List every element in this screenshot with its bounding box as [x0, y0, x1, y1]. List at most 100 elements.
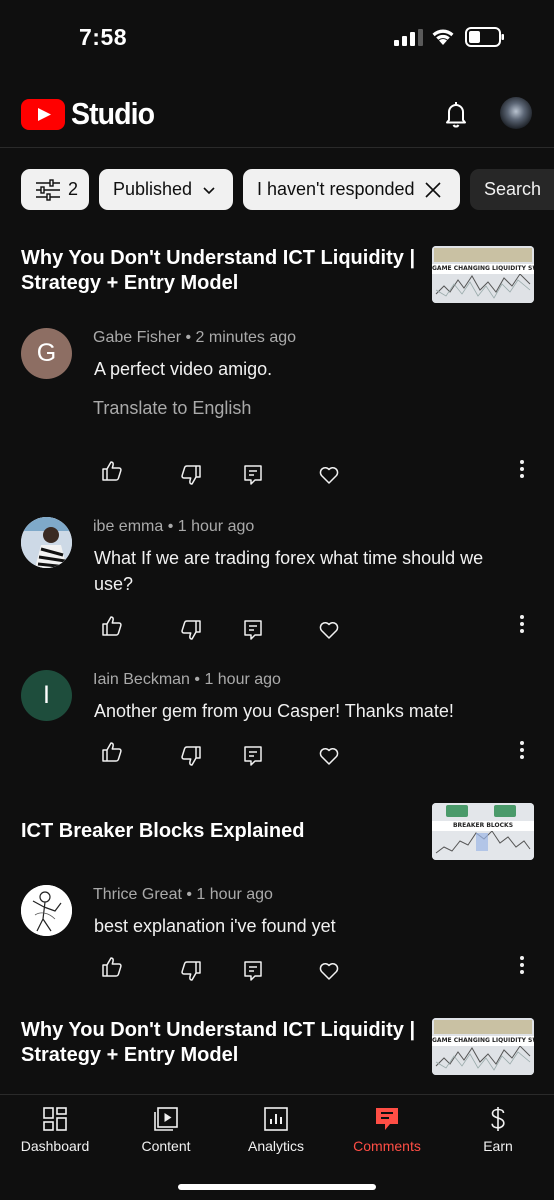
published-dropdown[interactable]: Published — [99, 169, 233, 210]
comment-time: 1 hour ago — [196, 886, 273, 903]
comment-actions — [0, 740, 554, 768]
video-thumbnail[interactable]: GAME CHANGING LIQUIDITY SWEEP STRATEGY — [432, 246, 534, 303]
comments-icon — [376, 1108, 398, 1130]
avatar-letter: I — [43, 681, 50, 709]
comment-actions — [0, 614, 554, 642]
youtube-logo-icon — [21, 98, 65, 130]
avatar-illustration — [21, 885, 72, 936]
battery-icon — [465, 27, 504, 47]
comment-author[interactable]: ibe emma — [93, 518, 163, 535]
more-options-icon[interactable] — [510, 738, 534, 762]
comment-time: 1 hour ago — [204, 671, 281, 688]
reply-icon[interactable] — [241, 618, 265, 642]
translate-link[interactable]: Translate to English — [93, 398, 251, 419]
more-options-icon[interactable] — [510, 953, 534, 977]
nav-label: Content — [141, 1138, 191, 1154]
filter-count: 2 — [68, 179, 79, 199]
wifi-icon — [432, 29, 454, 45]
thumbnail-chart-graphic — [432, 1018, 534, 1075]
dislike-icon[interactable] — [179, 463, 203, 487]
heart-icon[interactable] — [317, 618, 341, 642]
notifications-bell-icon[interactable] — [441, 99, 471, 129]
not-responded-chip[interactable]: I haven't responded — [243, 169, 460, 210]
filter-bar: 2 Published I haven't responded Search — [21, 169, 554, 210]
dislike-icon[interactable] — [179, 959, 203, 983]
studio-logo[interactable]: Studio — [21, 96, 161, 132]
thumbnail-chart-graphic — [432, 246, 534, 303]
video-title: Why You Don't Understand ICT Liquidity |… — [21, 1019, 416, 1066]
thumbnail-caption: BREAKER BLOCKS — [432, 821, 534, 831]
nav-content[interactable]: Content — [111, 1105, 221, 1154]
nav-comments[interactable]: Comments — [332, 1105, 442, 1154]
comment-text: What If we are trading forex what time s… — [94, 548, 484, 594]
dashboard-icon — [43, 1107, 67, 1131]
home-indicator — [178, 1184, 376, 1190]
app-name: Studio — [71, 96, 155, 131]
comment-author[interactable]: Gabe Fisher — [93, 329, 181, 346]
status-bar: 7:58 — [0, 0, 554, 76]
like-icon[interactable] — [100, 614, 124, 638]
comment-avatar[interactable]: G — [21, 328, 72, 379]
sliders-icon — [36, 178, 60, 201]
comment-text: Another gem from you Casper! Thanks mate… — [94, 701, 454, 721]
video-thumbnail[interactable]: BREAKER BLOCKS — [432, 803, 534, 860]
comment-actions — [0, 459, 554, 487]
comment-time: 2 minutes ago — [195, 329, 297, 346]
status-time: 7:58 — [79, 24, 128, 50]
nav-earn[interactable]: Earn — [443, 1105, 553, 1154]
comment-author[interactable]: Thrice Great — [93, 886, 182, 903]
comment-meta: Iain Beckman • 1 hour ago — [93, 671, 281, 688]
comment-text: A perfect video amigo. — [94, 359, 273, 379]
reply-icon[interactable] — [241, 959, 265, 983]
comment-author[interactable]: Iain Beckman — [93, 671, 190, 688]
search-chip[interactable]: Search — [470, 169, 554, 210]
reply-icon[interactable] — [241, 744, 265, 768]
comment-actions — [0, 955, 554, 983]
comment-meta: Thrice Great • 1 hour ago — [93, 886, 273, 903]
close-icon[interactable] — [424, 181, 442, 199]
nav-label: Dashboard — [20, 1138, 90, 1154]
dollar-icon — [491, 1107, 505, 1131]
nav-label: Earn — [483, 1138, 513, 1154]
avatar-letter: G — [36, 339, 57, 367]
avatar-photo — [21, 517, 72, 568]
nav-label: Comments — [353, 1138, 421, 1154]
nav-label: Analytics — [247, 1138, 305, 1154]
thumbnail-chart-graphic — [432, 803, 534, 860]
comment-avatar[interactable]: I — [21, 670, 72, 721]
heart-icon[interactable] — [317, 959, 341, 983]
not-responded-label: I haven't responded — [257, 179, 415, 199]
video-thumbnail[interactable]: GAME CHANGING LIQUIDITY SWEEP STRATEGY — [432, 1018, 534, 1075]
account-avatar[interactable] — [500, 97, 532, 129]
nav-analytics[interactable]: Analytics — [221, 1105, 331, 1154]
filter-options-button[interactable]: 2 — [21, 169, 89, 210]
comment-text: best explanation i've found yet — [94, 916, 336, 936]
video-title: ICT Breaker Blocks Explained — [21, 820, 305, 842]
content-icon — [154, 1107, 178, 1131]
like-icon[interactable] — [100, 459, 124, 483]
thumbnail-caption: GAME CHANGING LIQUIDITY SWEEP STRATEGY — [432, 264, 534, 274]
dislike-icon[interactable] — [179, 618, 203, 642]
like-icon[interactable] — [100, 955, 124, 979]
analytics-icon — [264, 1107, 288, 1131]
nav-dashboard[interactable]: Dashboard — [0, 1105, 110, 1154]
dislike-icon[interactable] — [179, 744, 203, 768]
cellular-signal-icon — [394, 29, 423, 46]
published-label: Published — [113, 179, 193, 199]
comment-avatar[interactable] — [21, 517, 72, 568]
heart-icon[interactable] — [317, 744, 341, 768]
comment-meta: Gabe Fisher • 2 minutes ago — [93, 329, 297, 346]
heart-icon[interactable] — [317, 463, 341, 487]
comment-time: 1 hour ago — [177, 518, 255, 535]
reply-icon[interactable] — [241, 463, 265, 487]
more-options-icon[interactable] — [510, 612, 534, 636]
more-options-icon[interactable] — [510, 457, 534, 481]
thumbnail-caption: GAME CHANGING LIQUIDITY SWEEP STRATEGY — [432, 1036, 534, 1046]
app-header: Studio — [0, 76, 554, 148]
video-title: Why You Don't Understand ICT Liquidity |… — [21, 247, 416, 294]
like-icon[interactable] — [100, 740, 124, 764]
comment-meta: ibe emma • 1 hour ago — [93, 518, 255, 535]
search-label: Search — [484, 179, 542, 199]
comment-avatar[interactable] — [21, 885, 72, 936]
chevron-down-icon — [203, 186, 215, 194]
